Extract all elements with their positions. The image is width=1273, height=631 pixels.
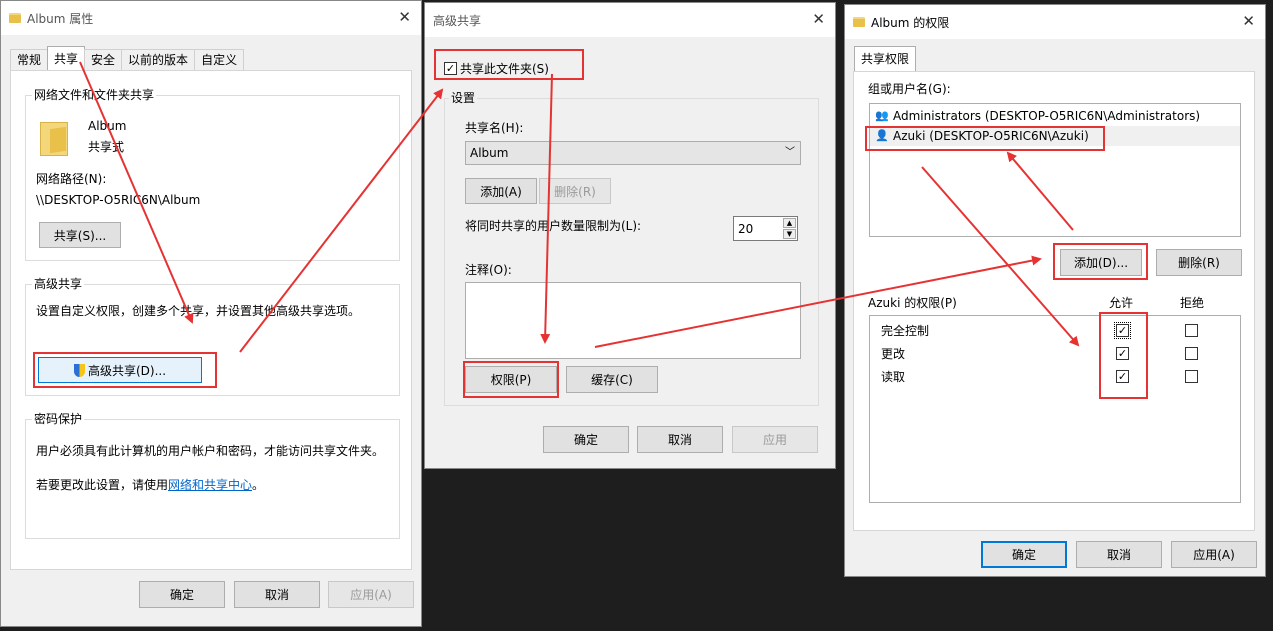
change-prefix: 若要更改此设置，请使用 [36, 478, 169, 492]
users-list[interactable]: 👥 Administrators (DESKTOP-O5RIC6N\Admini… [869, 103, 1241, 237]
close-icon[interactable]: ✕ [398, 9, 411, 25]
group-label: 高级共享 [32, 276, 85, 292]
tab-share-permissions[interactable]: 共享权限 [854, 46, 917, 72]
cancel-button[interactable]: 取消 [1076, 541, 1162, 568]
tab-sharing[interactable]: 共享 [47, 46, 86, 72]
user-limit-spinner[interactable]: 20 ▲ ▼ [733, 216, 798, 241]
user-limit-label: 将同时共享的用户数量限制为(L): [465, 219, 642, 233]
title-bar[interactable]: 高级共享 ✕ [425, 3, 835, 37]
permissions-list: 完全控制 ✓ 更改 ✓ 读取 ✓ [869, 315, 1241, 503]
tab-panel: 网络文件和文件夹共享 Album 共享式 网络路径(N): \\DESKTOP-… [10, 70, 412, 570]
perm-change-label: 更改 [881, 347, 906, 361]
share-name-label: 共享名(H): [465, 121, 524, 135]
close-icon[interactable]: ✕ [812, 11, 825, 27]
change-deny-checkbox[interactable] [1185, 347, 1198, 360]
highlight-allow-column [1099, 312, 1148, 399]
highlight-permissions-button [463, 361, 559, 398]
chevron-down-icon: ﹀ [785, 147, 795, 158]
folder-icon [853, 17, 865, 27]
folder-name: Album [88, 119, 127, 133]
highlight-share-checkbox [434, 49, 584, 80]
settings-group: 设置 共享名(H): Album ﹀ 添加(A) 删除(R) 将同时共享的用户数… [444, 90, 819, 406]
tab-general[interactable]: 常规 [10, 49, 49, 71]
ok-button[interactable]: 确定 [543, 426, 629, 453]
window-title: Album 属性 [27, 11, 94, 26]
share-name-select[interactable]: Album ﹀ [465, 141, 801, 165]
list-item[interactable]: 👥 Administrators (DESKTOP-O5RIC6N\Admini… [870, 106, 1240, 126]
tab-customize[interactable]: 自定义 [194, 49, 245, 71]
cancel-button[interactable]: 取消 [637, 426, 723, 453]
tab-previous-versions[interactable]: 以前的版本 [121, 49, 196, 71]
window-title: Album 的权限 [871, 15, 950, 30]
ok-button[interactable]: 确定 [139, 581, 225, 608]
highlight-advanced-share-button [33, 352, 217, 388]
network-sharing-center-link[interactable]: 网络和共享中心 [168, 478, 252, 492]
network-path-label: 网络路径(N): [36, 172, 107, 186]
group-users-label: 组或用户名(G): [868, 82, 951, 96]
password-description: 用户必须具有此计算机的用户帐户和密码，才能访问共享文件夹。 [36, 444, 385, 458]
share-button[interactable]: 共享(S)... [39, 222, 121, 248]
spin-down-icon[interactable]: ▼ [783, 229, 796, 239]
permissions-for-label: Azuki 的权限(P) [868, 296, 957, 310]
comment-label: 注释(O): [465, 263, 512, 277]
title-bar[interactable]: Album 属性 ✕ [1, 1, 421, 35]
apply-button[interactable]: 应用(A) [328, 581, 414, 608]
users-group-icon: 👥 [875, 109, 889, 122]
allow-header: 允许 [1109, 296, 1134, 310]
cancel-button[interactable]: 取消 [234, 581, 320, 608]
album-permissions-window: Album 的权限 ✕ 共享权限 组或用户名(G): 👥 Administrat… [844, 4, 1266, 577]
ok-button[interactable]: 确定 [981, 541, 1067, 568]
tab-security[interactable]: 安全 [84, 49, 123, 71]
share-state: 共享式 [88, 140, 125, 154]
caching-button[interactable]: 缓存(C) [566, 366, 658, 393]
window-title: 高级共享 [433, 13, 482, 28]
deny-header: 拒绝 [1180, 296, 1205, 310]
remove-share-button[interactable]: 删除(R) [539, 178, 611, 204]
add-share-button[interactable]: 添加(A) [465, 178, 537, 204]
read-deny-checkbox[interactable] [1185, 370, 1198, 383]
remove-user-button[interactable]: 删除(R) [1156, 249, 1242, 276]
comment-textarea[interactable] [465, 282, 801, 359]
album-properties-window: Album 属性 ✕ 常规 共享 安全 以前的版本 自定义 网络文件和文件夹共享… [0, 0, 422, 627]
shared-folder-icon [36, 118, 72, 158]
group-label: 密码保护 [32, 411, 85, 427]
group-label: 网络文件和文件夹共享 [32, 87, 157, 103]
spin-up-icon[interactable]: ▲ [783, 218, 796, 228]
apply-button[interactable]: 应用 [732, 426, 818, 453]
user-limit-value: 20 [738, 222, 754, 236]
advanced-sharing-window: 高级共享 ✕ ✓ 共享此文件夹(S) 设置 共享名(H): Album ﹀ 添加… [424, 2, 836, 469]
advanced-share-description: 设置自定义权限，创建多个共享，并设置其他高级共享选项。 [36, 304, 361, 318]
apply-button[interactable]: 应用(A) [1171, 541, 1257, 568]
user-name: Administrators (DESKTOP-O5RIC6N\Administ… [893, 109, 1201, 123]
tab-strip: 共享权限 [854, 46, 917, 72]
network-path-value: \\DESKTOP-O5RIC6N\Album [36, 193, 201, 207]
password-change-text: 若要更改此设置，请使用网络和共享中心。 [36, 477, 264, 493]
perm-full-control-label: 完全控制 [881, 324, 930, 338]
highlight-azuki-user [865, 126, 1105, 151]
close-icon[interactable]: ✕ [1242, 13, 1255, 29]
full-control-deny-checkbox[interactable] [1185, 324, 1198, 337]
highlight-add-button [1053, 243, 1148, 280]
group-label: 设置 [449, 90, 478, 106]
share-name-value: Album [470, 146, 509, 160]
folder-icon [9, 13, 21, 23]
tab-strip: 常规 共享 安全 以前的版本 自定义 [10, 46, 245, 72]
change-suffix: 。 [252, 478, 265, 492]
password-protection-group: 密码保护 用户必须具有此计算机的用户帐户和密码，才能访问共享文件夹。 若要更改此… [25, 411, 400, 539]
perm-read-label: 读取 [881, 370, 906, 384]
title-bar[interactable]: Album 的权限 ✕ [845, 5, 1265, 39]
network-share-group: 网络文件和文件夹共享 Album 共享式 网络路径(N): \\DESKTOP-… [25, 87, 400, 261]
